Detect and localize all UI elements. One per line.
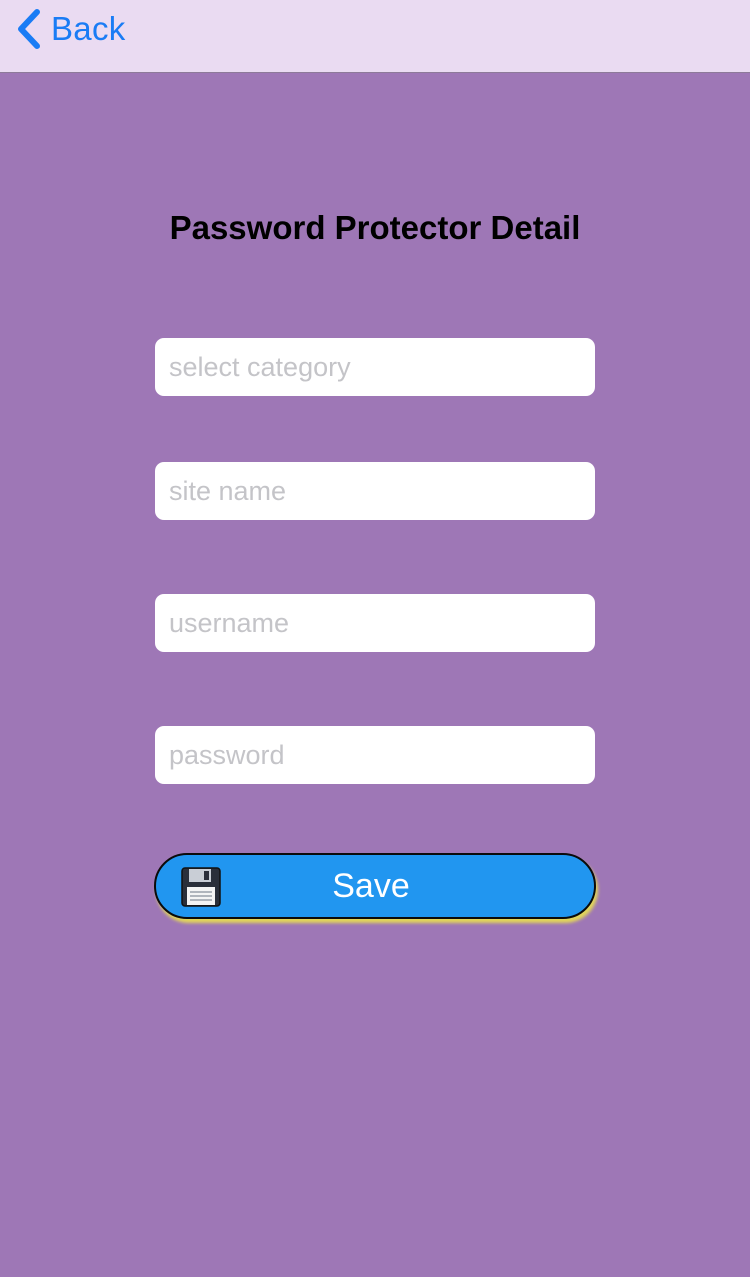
category-select-field[interactable]: [155, 338, 595, 396]
page-title: Password Protector Detail: [169, 209, 581, 246]
chevron-left-icon: [16, 7, 42, 51]
navigation-bar: Back: [0, 0, 750, 73]
save-button-label: Save: [332, 867, 410, 905]
save-button[interactable]: Save: [154, 853, 596, 919]
back-label: Back: [51, 10, 126, 47]
password-field[interactable]: [155, 726, 595, 784]
back-button[interactable]: Back: [16, 6, 126, 52]
username-field[interactable]: [155, 594, 595, 652]
site-name-field[interactable]: [155, 462, 595, 520]
